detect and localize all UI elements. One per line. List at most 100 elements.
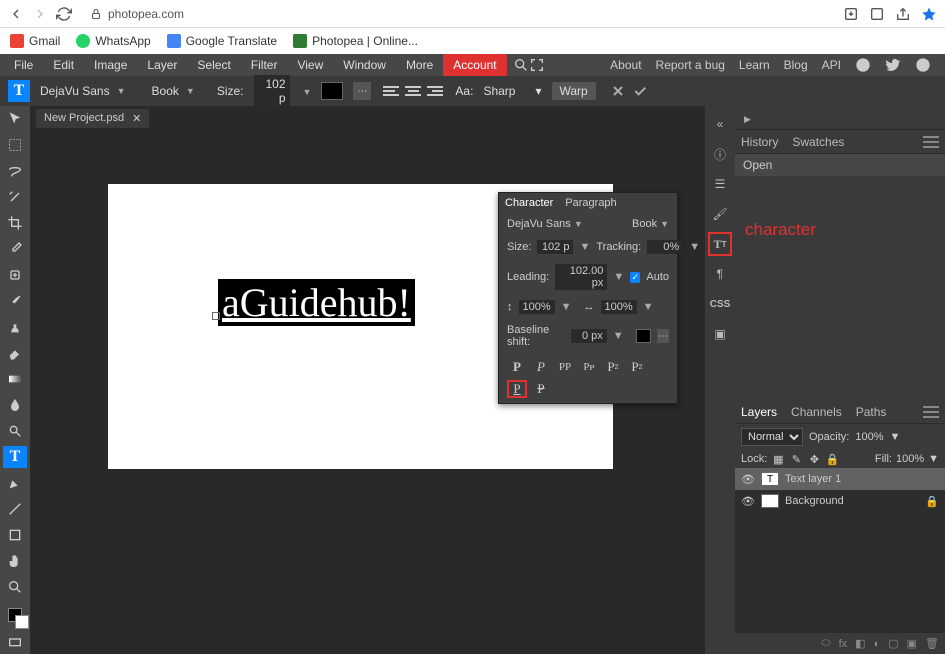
menu-edit[interactable]: Edit <box>43 54 84 76</box>
back-icon[interactable] <box>8 6 24 22</box>
doc-tab[interactable]: New Project.psd ✕ <box>36 109 149 128</box>
char-vscale[interactable]: 100% <box>519 300 555 314</box>
tab-paragraph[interactable]: Paragraph <box>565 197 616 209</box>
tab-swatches[interactable]: Swatches <box>792 135 844 149</box>
menu-learn[interactable]: Learn <box>739 58 770 72</box>
menu-more[interactable]: More <box>396 54 443 76</box>
tool-marquee[interactable] <box>3 134 27 156</box>
text-selection[interactable]: aGuidehub! <box>218 279 415 326</box>
char-leading[interactable]: 102.00 px <box>555 264 607 290</box>
trash-icon[interactable]: 🗑 <box>925 637 939 650</box>
tool-crop[interactable] <box>3 212 27 234</box>
list-icon[interactable]: ☰ <box>708 172 732 196</box>
lock-all-icon[interactable]: 🔒 <box>825 452 839 466</box>
link-icon[interactable]: ⬭ <box>821 637 830 650</box>
layer-background[interactable]: 👁 Background 🔒 <box>735 490 945 512</box>
extension-icon[interactable] <box>869 6 885 22</box>
collapse-icon[interactable]: « <box>708 112 732 136</box>
lock-trans-icon[interactable]: ▦ <box>771 452 785 466</box>
style-italic[interactable]: P <box>531 358 551 376</box>
reddit-icon[interactable] <box>855 57 871 73</box>
style-smallcaps[interactable]: Pᴘ <box>579 358 599 376</box>
opt-warp[interactable]: Warp <box>552 82 596 100</box>
char-baseline[interactable]: 0 px <box>571 329 607 343</box>
tool-hand[interactable] <box>3 550 27 572</box>
menu-image[interactable]: Image <box>84 54 137 76</box>
brush-settings-icon[interactable]: 🖌 <box>708 202 732 226</box>
menu-filter[interactable]: Filter <box>241 54 288 76</box>
tool-heal[interactable] <box>3 264 27 286</box>
mask-icon[interactable]: ◧ <box>855 637 865 650</box>
tool-gradient[interactable] <box>3 368 27 390</box>
style-underline[interactable]: P <box>507 380 527 398</box>
tool-quickmask[interactable] <box>3 632 27 654</box>
info-icon[interactable]: ⓘ <box>708 142 732 166</box>
expand-icon[interactable] <box>741 111 751 125</box>
url-text[interactable]: photopea.com <box>108 7 184 21</box>
image-icon[interactable]: ▣ <box>708 322 732 346</box>
style-caps[interactable]: PP <box>555 358 575 376</box>
character-icon[interactable]: TT <box>708 232 732 256</box>
eye-icon[interactable]: 👁 <box>741 473 755 486</box>
share-icon[interactable] <box>895 6 911 22</box>
opacity-value[interactable]: 100% <box>855 431 883 443</box>
tool-clone[interactable] <box>3 316 27 338</box>
menu-file[interactable]: File <box>4 54 43 76</box>
opt-font[interactable]: DejaVu Sans <box>40 84 126 98</box>
char-swatch[interactable]: ⋯ <box>657 329 669 343</box>
style-super[interactable]: P2 <box>603 358 623 376</box>
align-center-icon[interactable] <box>403 82 423 100</box>
tool-zoom[interactable] <box>3 576 27 598</box>
menu-blog[interactable]: Blog <box>784 58 808 72</box>
opt-aa[interactable]: Sharp▾ <box>483 84 541 98</box>
facebook-icon[interactable] <box>915 57 931 73</box>
tool-brush[interactable] <box>3 290 27 312</box>
opt-size[interactable]: 102 p <box>254 75 290 107</box>
fullscreen-icon[interactable] <box>529 57 545 73</box>
tool-eyedrop[interactable] <box>3 238 27 260</box>
tab-paths[interactable]: Paths <box>856 405 887 419</box>
opt-swatch[interactable]: ⋯ <box>353 82 371 100</box>
layers-menu-icon[interactable] <box>923 406 939 418</box>
menu-about[interactable]: About <box>610 58 641 72</box>
opt-color[interactable] <box>321 82 343 100</box>
folder-icon[interactable]: ▢ <box>888 637 898 650</box>
lock-paint-icon[interactable]: ✎ <box>789 452 803 466</box>
bookmark-photopea[interactable]: Photopea | Online... <box>293 34 418 48</box>
newlayer-icon[interactable]: ▣ <box>907 637 917 650</box>
tool-blur[interactable] <box>3 394 27 416</box>
fill-value[interactable]: 100% <box>896 453 924 465</box>
style-strike[interactable]: P <box>531 380 551 398</box>
tool-dodge[interactable] <box>3 420 27 442</box>
char-tracking[interactable]: 0% <box>647 240 683 254</box>
char-hscale[interactable]: 100% <box>601 300 637 314</box>
tool-pen[interactable] <box>3 472 27 494</box>
tool-shape[interactable] <box>3 524 27 546</box>
star-icon[interactable] <box>921 6 937 22</box>
install-icon[interactable] <box>843 6 859 22</box>
tool-path[interactable] <box>3 498 27 520</box>
layer-text[interactable]: 👁 T Text layer 1 <box>735 468 945 490</box>
bookmark-whatsapp[interactable]: WhatsApp <box>76 34 150 48</box>
char-color[interactable] <box>636 329 652 343</box>
tab-layers[interactable]: Layers <box>741 405 777 419</box>
cancel-icon[interactable] <box>610 83 626 99</box>
align-right-icon[interactable] <box>425 82 445 100</box>
paragraph-icon[interactable]: ¶ <box>708 262 732 286</box>
forward-icon[interactable] <box>32 6 48 22</box>
reload-icon[interactable] <box>56 6 72 22</box>
tool-move[interactable] <box>3 108 27 130</box>
bookmark-gmail[interactable]: Gmail <box>10 34 60 48</box>
tool-text[interactable]: T <box>3 446 27 468</box>
menu-account[interactable]: Account <box>443 54 506 76</box>
char-font[interactable]: DejaVu Sans <box>507 218 583 230</box>
tool-wand[interactable] <box>3 186 27 208</box>
text-handle[interactable] <box>212 312 220 320</box>
menu-select[interactable]: Select <box>187 54 240 76</box>
style-sub[interactable]: P2 <box>627 358 647 376</box>
style-bold[interactable]: P <box>507 358 527 376</box>
tab-character[interactable]: Character <box>505 197 553 209</box>
tool-colors[interactable] <box>3 602 27 628</box>
opt-weight[interactable]: Book <box>152 84 195 98</box>
menu-layer[interactable]: Layer <box>137 54 187 76</box>
